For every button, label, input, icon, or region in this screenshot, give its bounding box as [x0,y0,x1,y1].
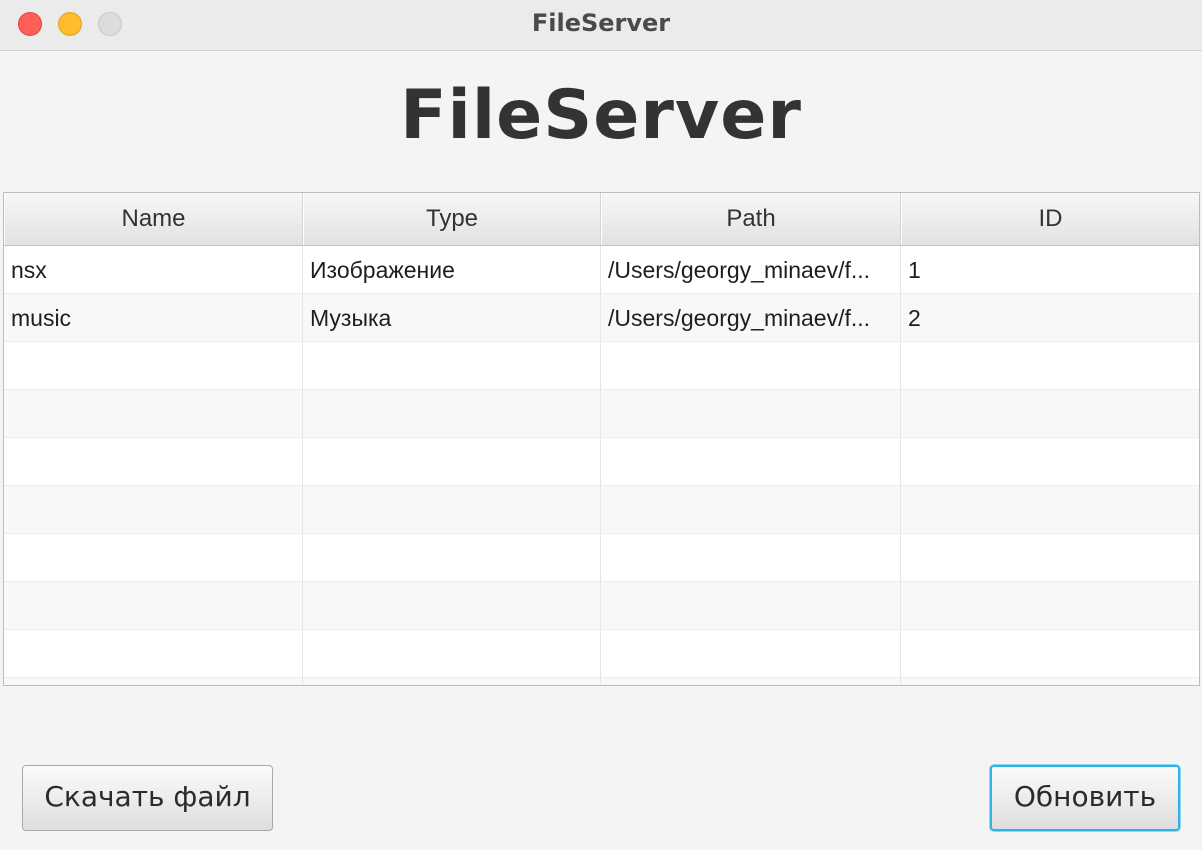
column-header-path[interactable]: Path [601,193,901,245]
cell-name: nsx [4,246,303,294]
empty-cell [601,678,901,685]
empty-cell [901,678,1199,685]
empty-table-row [4,390,1199,438]
table-row[interactable]: nsx Изображение /Users/georgy_minaev/f..… [4,246,1199,294]
empty-cell [601,438,901,486]
empty-cell [303,534,601,582]
table-body: nsx Изображение /Users/georgy_minaev/f..… [4,246,1199,685]
empty-cell [4,678,303,685]
cell-id: 1 [901,246,1199,294]
empty-cell [4,486,303,534]
empty-table-row [4,582,1199,630]
column-header-type[interactable]: Type [303,193,601,245]
empty-cell [901,486,1199,534]
cell-id: 2 [901,294,1199,342]
title-bar[interactable]: FileServer [0,0,1202,51]
empty-cell [601,630,901,678]
empty-cell [303,390,601,438]
refresh-button[interactable]: Обновить [990,765,1180,831]
empty-cell [601,534,901,582]
empty-table-row [4,534,1199,582]
empty-table-row [4,342,1199,390]
cell-type: Музыка [303,294,601,342]
empty-table-row [4,630,1199,678]
empty-cell [601,582,901,630]
empty-cell [303,342,601,390]
empty-cell [4,438,303,486]
empty-cell [901,630,1199,678]
empty-cell [4,534,303,582]
column-header-id[interactable]: ID [901,193,1199,245]
empty-cell [303,438,601,486]
cell-type: Изображение [303,246,601,294]
empty-cell [303,486,601,534]
empty-cell [4,630,303,678]
table-header: Name Type Path ID [4,193,1199,246]
empty-table-row [4,438,1199,486]
cell-name: music [4,294,303,342]
page-title: FileServer [400,76,802,155]
empty-table-row [4,486,1199,534]
empty-cell [901,438,1199,486]
empty-cell [4,390,303,438]
empty-cell [901,390,1199,438]
app-window: FileServer FileServer Name Type Path ID … [0,0,1202,850]
empty-cell [4,582,303,630]
download-file-button[interactable]: Скачать файл [22,765,273,831]
empty-cell [901,582,1199,630]
empty-cell [303,630,601,678]
empty-cell [303,678,601,685]
empty-table-row [4,678,1199,685]
empty-cell [901,342,1199,390]
empty-cell [601,486,901,534]
table-row[interactable]: music Музыка /Users/georgy_minaev/f... 2 [4,294,1199,342]
empty-cell [901,534,1199,582]
files-table[interactable]: Name Type Path ID nsx Изображение /Users… [3,192,1200,686]
empty-cell [601,390,901,438]
cell-path: /Users/georgy_minaev/f... [601,294,901,342]
window-title: FileServer [531,9,671,37]
column-header-name[interactable]: Name [4,193,303,245]
empty-cell [303,582,601,630]
cell-path: /Users/georgy_minaev/f... [601,246,901,294]
empty-cell [601,342,901,390]
empty-cell [4,342,303,390]
